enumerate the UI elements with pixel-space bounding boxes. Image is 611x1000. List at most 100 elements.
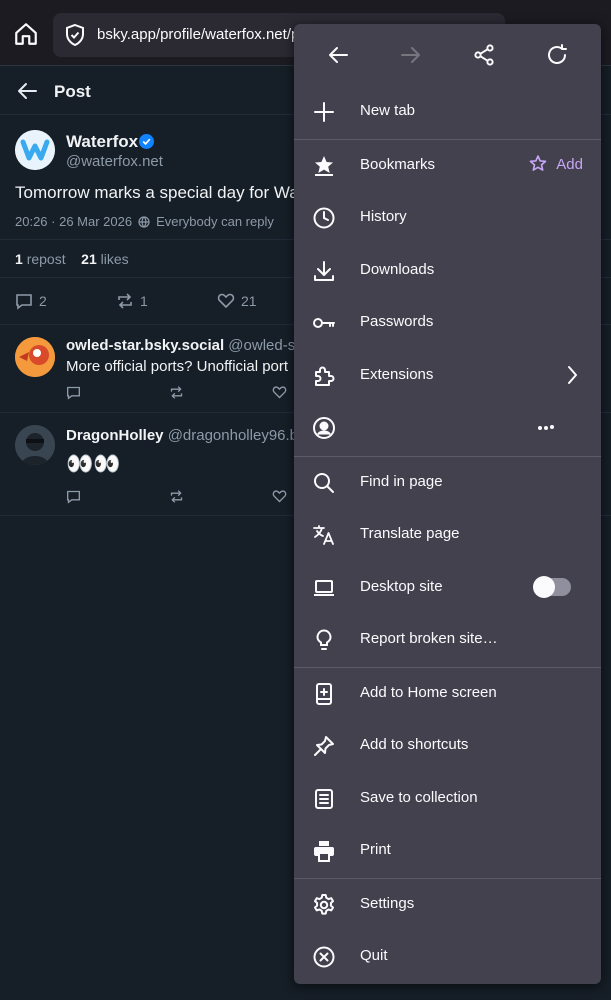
- repost-icon[interactable]: [169, 385, 184, 400]
- back-arrow-icon[interactable]: [16, 81, 38, 101]
- close-circle-icon: [313, 946, 335, 968]
- waterfox-logo-icon: [15, 130, 55, 170]
- menu-item-label: Passwords: [360, 313, 434, 330]
- printer-icon: [314, 841, 334, 862]
- menu-item-label: Find in page: [360, 473, 443, 490]
- comment-icon[interactable]: [66, 489, 81, 504]
- reposts-label[interactable]: repost: [27, 251, 66, 267]
- menu-item-bookmarks[interactable]: Bookmarks Add: [294, 141, 601, 191]
- chevron-right-icon: [568, 366, 577, 384]
- menu-item-label: Bookmarks: [360, 156, 436, 173]
- reply-author-handle: @dragonholley96.b: [167, 427, 299, 444]
- back-button[interactable]: [318, 35, 358, 75]
- gear-icon: [314, 894, 334, 915]
- like-count: 21: [241, 293, 257, 309]
- menu-item-label: Desktop site: [360, 578, 443, 595]
- divider: [294, 139, 601, 140]
- share-button[interactable]: [464, 35, 504, 75]
- home-button[interactable]: [10, 18, 42, 50]
- reply-setting[interactable]: Everybody can reply: [156, 214, 274, 229]
- menu-item-label: Add to shortcuts: [360, 736, 469, 753]
- menu-item-print[interactable]: Print: [294, 826, 601, 876]
- more-dots-icon[interactable]: [537, 421, 557, 433]
- menu-item-extensions[interactable]: Extensions: [294, 351, 601, 401]
- heart-icon[interactable]: [272, 385, 287, 400]
- clock-icon: [313, 207, 335, 229]
- post-stats: 1 repost 21 likes: [15, 251, 129, 267]
- translate-icon: [313, 525, 334, 545]
- lightbulb-icon: [316, 629, 332, 650]
- menu-item-translate[interactable]: Translate page: [294, 510, 601, 560]
- shield-icon[interactable]: [63, 23, 87, 47]
- reply-author-name: DragonHolley: [66, 427, 164, 444]
- account-icon: [313, 417, 335, 439]
- menu-item-label: Quit: [360, 947, 388, 964]
- repost-icon: [118, 293, 132, 309]
- star-list-icon: [315, 156, 333, 176]
- reply-text: More official ports? Unofficial port: [66, 358, 289, 375]
- laptop-icon: [314, 580, 334, 596]
- repost-icon[interactable]: [169, 489, 184, 504]
- menu-item-downloads[interactable]: Downloads: [294, 246, 601, 296]
- divider: [294, 878, 601, 879]
- menu-item-new-tab[interactable]: New tab: [294, 87, 601, 137]
- reposts-count[interactable]: 1: [15, 251, 23, 267]
- forward-icon: [401, 47, 421, 63]
- like-button[interactable]: 21: [217, 292, 257, 310]
- search-icon: [314, 473, 334, 493]
- browser-menu: New tab Bookmarks Add History Downloads …: [294, 24, 601, 984]
- add-bookmark-button[interactable]: Add: [528, 154, 583, 174]
- menu-item-account[interactable]: [294, 403, 601, 453]
- post-meta: 20:26 · 26 Mar 2026 Everybody can reply: [15, 214, 274, 229]
- owl-avatar-icon: [15, 337, 55, 377]
- menu-item-label: History: [360, 208, 407, 225]
- home-icon: [15, 23, 37, 45]
- menu-item-label: Settings: [360, 895, 415, 912]
- likes-label[interactable]: likes: [101, 251, 129, 267]
- collection-icon: [315, 789, 333, 809]
- avatar[interactable]: [15, 425, 55, 465]
- menu-item-quit[interactable]: Quit: [294, 932, 601, 982]
- menu-item-add-to-shortcuts[interactable]: Add to shortcuts: [294, 721, 601, 771]
- author-handle[interactable]: @waterfox.net: [66, 153, 163, 170]
- avatar[interactable]: [15, 130, 55, 170]
- avatar[interactable]: [15, 337, 55, 377]
- post-timestamp: 20:26 · 26 Mar 2026: [15, 214, 133, 229]
- comment-icon: [16, 294, 32, 310]
- menu-item-label: Add to Home screen: [360, 684, 497, 701]
- add-to-home-icon: [316, 683, 332, 705]
- heart-icon[interactable]: [272, 489, 287, 504]
- menu-item-settings[interactable]: Settings: [294, 880, 601, 930]
- puzzle-piece-icon: [315, 366, 335, 386]
- verified-badge-icon: [139, 134, 154, 149]
- menu-item-save-to-collection[interactable]: Save to collection: [294, 774, 601, 824]
- add-bookmark-label: Add: [556, 155, 583, 173]
- menu-item-add-to-home[interactable]: Add to Home screen: [294, 669, 601, 719]
- toggle-knob: [533, 576, 555, 598]
- menu-item-desktop-site[interactable]: Desktop site: [294, 563, 601, 613]
- reply-author[interactable]: DragonHolley @dragonholley96.b: [66, 427, 298, 444]
- repost-button[interactable]: 1: [116, 292, 148, 310]
- menu-item-find-in-page[interactable]: Find in page: [294, 458, 601, 508]
- reply-text: 👀👀: [66, 451, 121, 476]
- menu-item-history[interactable]: History: [294, 193, 601, 243]
- globe-icon: [138, 215, 150, 228]
- menu-item-report-broken-site[interactable]: Report broken site…: [294, 615, 601, 665]
- divider: [294, 667, 601, 668]
- comment-icon[interactable]: [66, 385, 81, 400]
- desktop-site-toggle[interactable]: [533, 576, 571, 598]
- divider: [294, 456, 601, 457]
- reload-button[interactable]: [537, 35, 577, 75]
- forward-button[interactable]: [391, 35, 431, 75]
- menu-item-label: Downloads: [360, 261, 435, 278]
- download-icon: [314, 261, 334, 281]
- menu-item-label: Extensions: [360, 366, 434, 383]
- reply-author[interactable]: owled-star.bsky.social @owled-st: [66, 337, 299, 354]
- reply-button[interactable]: 2: [15, 292, 47, 310]
- reload-icon: [547, 44, 567, 64]
- likes-count[interactable]: 21: [81, 251, 97, 267]
- menu-item-passwords[interactable]: Passwords: [294, 298, 601, 348]
- page-title: Post: [54, 82, 91, 101]
- menu-nav-row: [294, 24, 601, 86]
- author-name[interactable]: Waterfox: [66, 132, 138, 152]
